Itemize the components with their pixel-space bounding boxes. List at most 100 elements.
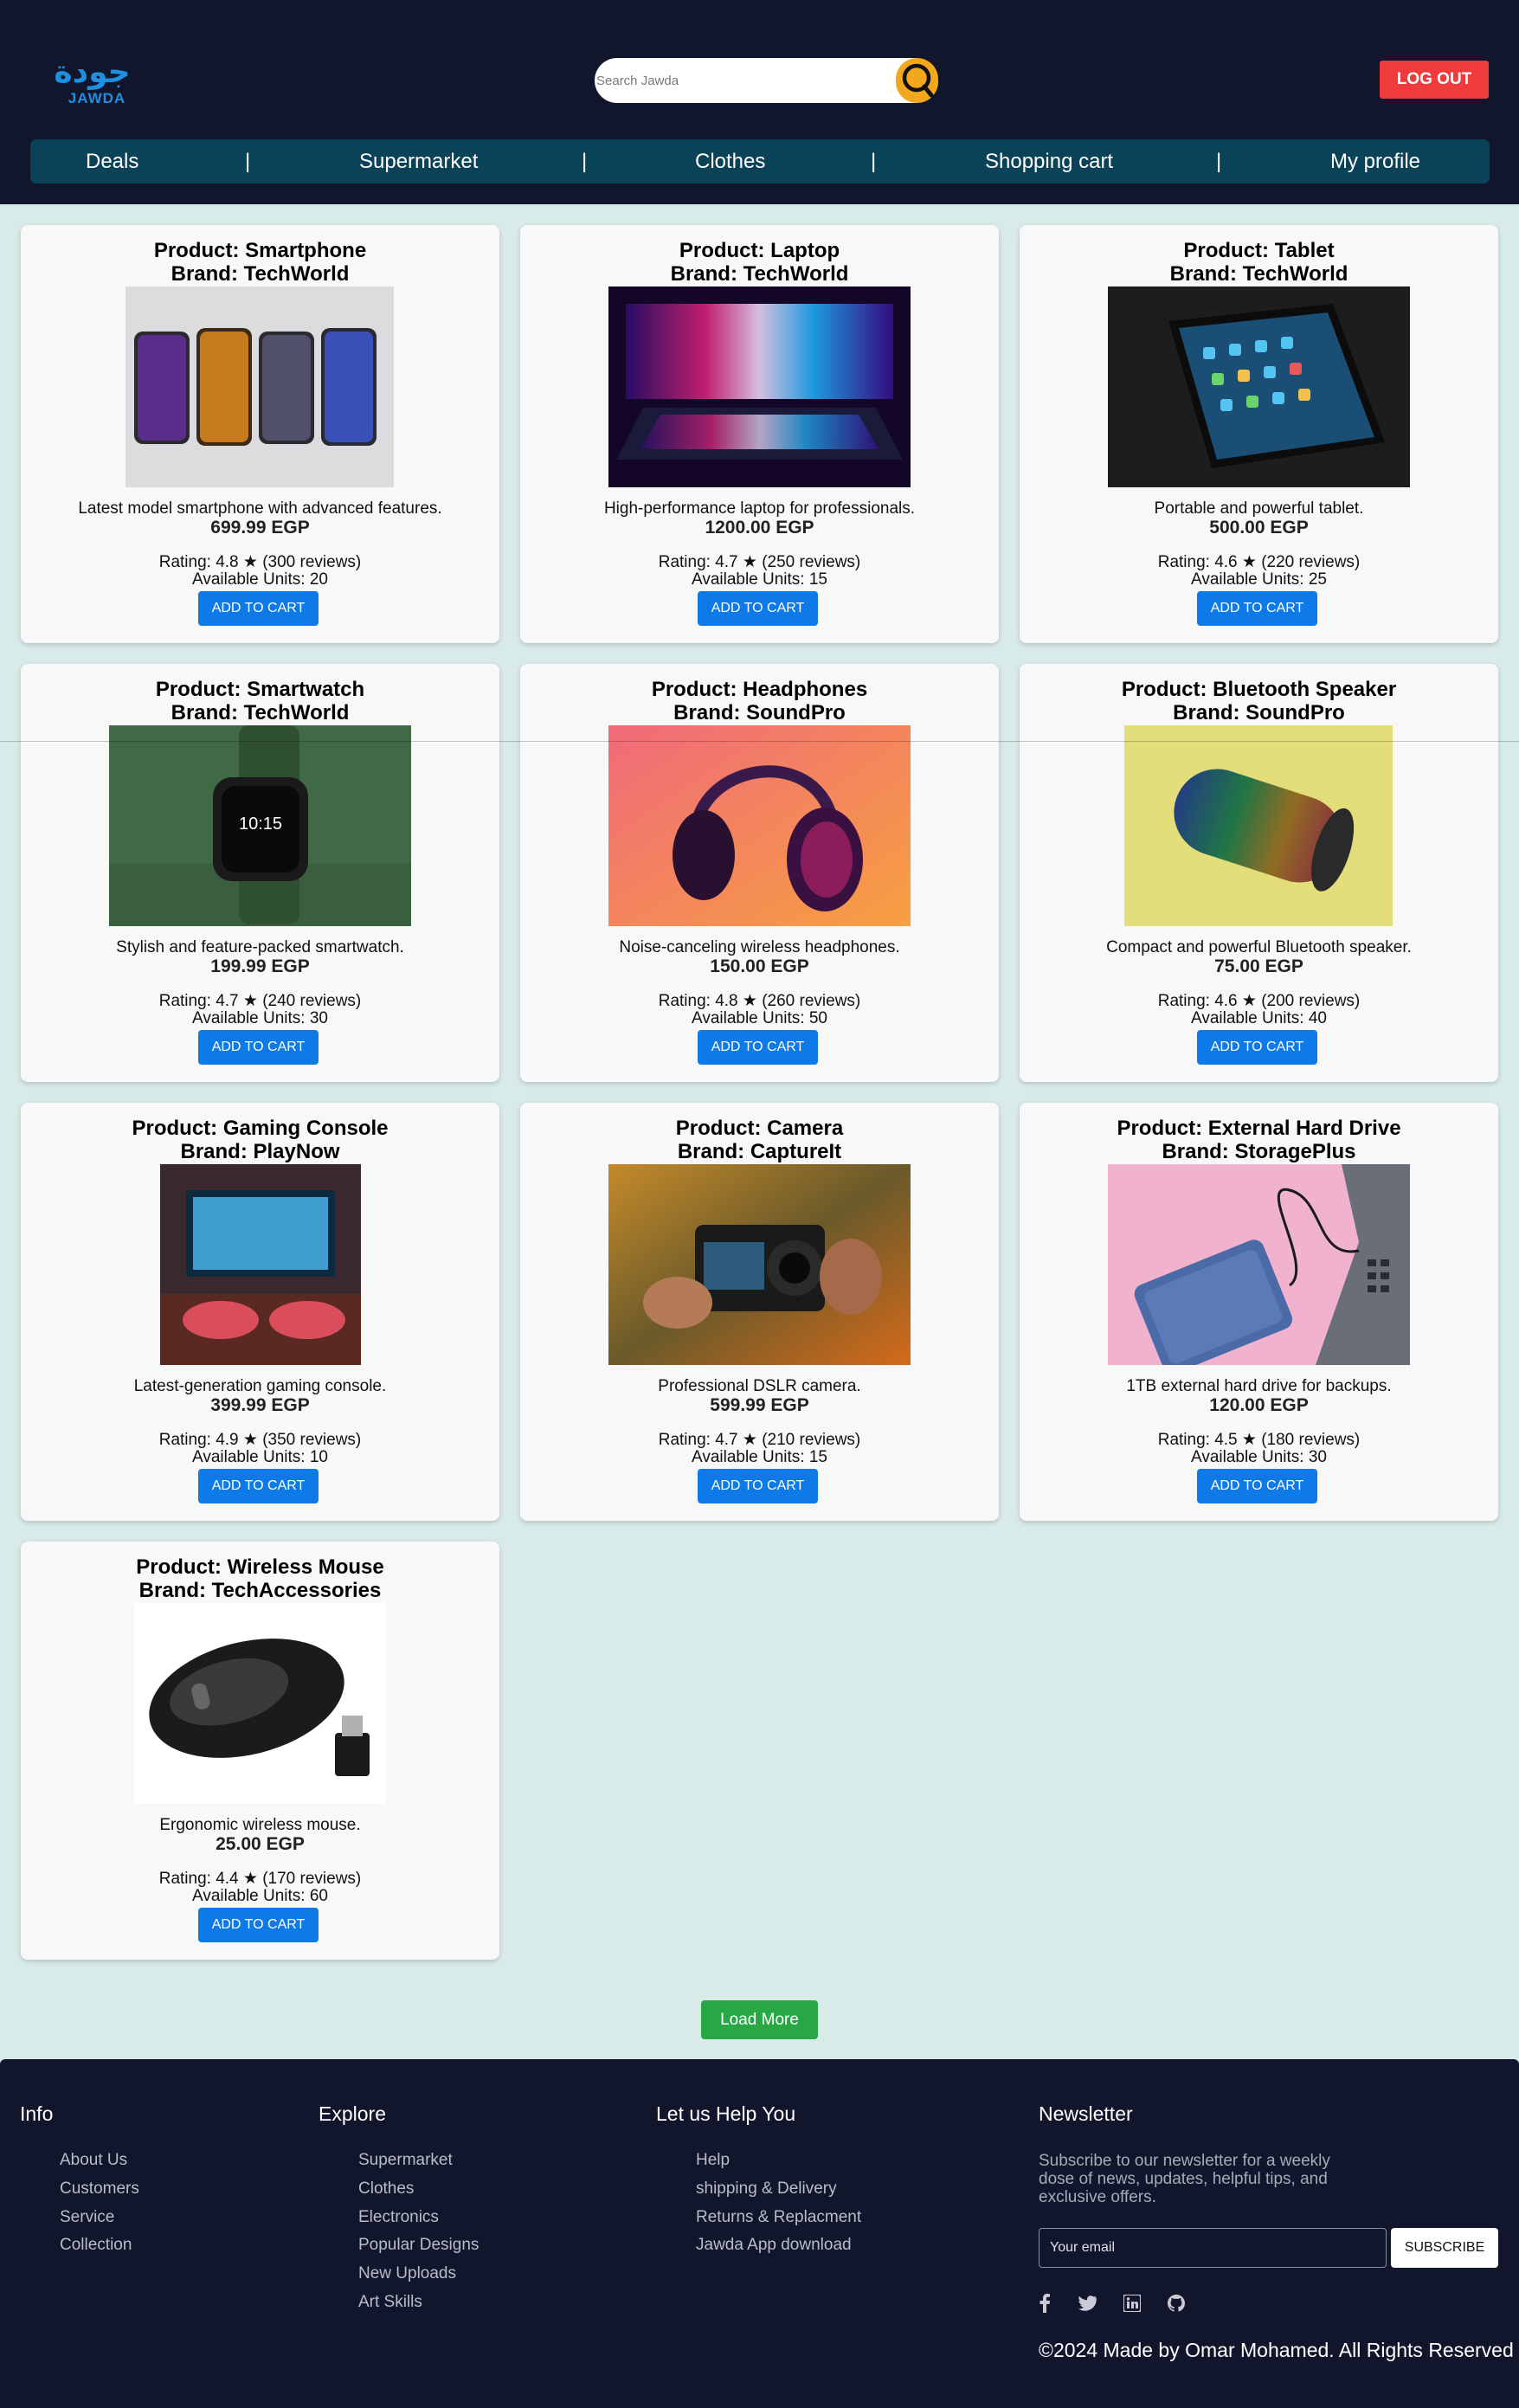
product-units: Available Units: 40	[1190, 1009, 1328, 1027]
mouse-image[interactable]	[134, 1603, 386, 1804]
add-to-cart-button[interactable]: ADD TO CART	[1197, 591, 1317, 626]
logo-text: JAWDA	[68, 90, 126, 106]
footer-link-collection[interactable]: Collection	[60, 2236, 132, 2255]
product-price: 599.99 EGP	[710, 1395, 809, 1415]
footer-link-returns[interactable]: Returns & Replacment	[696, 2208, 861, 2227]
add-to-cart-button[interactable]: ADD TO CART	[1197, 1469, 1317, 1503]
product-price: 25.00 EGP	[216, 1834, 305, 1854]
product-card-laptop: Product: Laptop Brand: TechWorld High-pe…	[520, 225, 999, 643]
add-to-cart-button[interactable]: ADD TO CART	[698, 1030, 818, 1065]
footer-link-about-us[interactable]: About Us	[60, 2151, 127, 2170]
footer-link-popular-designs[interactable]: Popular Designs	[358, 2236, 479, 2255]
camera-image[interactable]	[608, 1164, 911, 1365]
linkedin-icon[interactable]	[1122, 2293, 1142, 2314]
load-more-button[interactable]: Load More	[701, 2000, 818, 2039]
product-card-headphones: Product: Headphones Brand: SoundPro Nois…	[520, 664, 999, 1082]
divider-line	[0, 741, 1519, 742]
github-icon[interactable]	[1166, 2293, 1187, 2314]
nav-item-shopping-cart[interactable]: Shopping cart	[985, 139, 1113, 183]
add-to-cart-button[interactable]: ADD TO CART	[1197, 1030, 1317, 1065]
product-title: Product: Laptop Brand: TechWorld	[520, 239, 999, 286]
product-card-camera: Product: Camera Brand: CaptureIt Profess…	[520, 1103, 999, 1521]
add-to-cart-button[interactable]: ADD TO CART	[198, 591, 319, 626]
product-brand: Brand: TechWorld	[171, 701, 350, 724]
nav-item-clothes[interactable]: Clothes	[695, 139, 765, 183]
product-title: Product: External Hard Drive Brand: Stor…	[1020, 1117, 1498, 1163]
product-title: Product: Bluetooth Speaker Brand: SoundP…	[1020, 678, 1498, 724]
product-card-wireless-mouse: Product: Wireless Mouse Brand: TechAcces…	[21, 1542, 499, 1960]
footer-link-clothes[interactable]: Clothes	[358, 2179, 414, 2199]
speaker-image[interactable]	[1124, 725, 1393, 926]
twitter-icon[interactable]	[1077, 2293, 1097, 2314]
product-title: Product: Tablet Brand: TechWorld	[1020, 239, 1498, 286]
footer-link-customers[interactable]: Customers	[60, 2179, 139, 2199]
newsletter-text: Subscribe to our newsletter for a weekly…	[1039, 2152, 1330, 2206]
footer-heading-info: Info	[20, 2102, 54, 2125]
headphones-image[interactable]	[608, 725, 911, 926]
watch-time-text: 10:15	[239, 814, 282, 834]
facebook-icon[interactable]	[1034, 2293, 1055, 2314]
product-title: Product: Camera Brand: CaptureIt	[520, 1117, 999, 1163]
product-description: 1TB external hard drive for backups.	[1126, 1377, 1392, 1395]
product-name: Product: Smartwatch	[155, 678, 365, 701]
product-description: Ergonomic wireless mouse.	[159, 1816, 361, 1834]
product-price: 1200.00 EGP	[705, 518, 814, 538]
product-name: Product: Wireless Mouse	[136, 1555, 384, 1579]
footer-link-art-skills[interactable]: Art Skills	[358, 2293, 422, 2312]
product-rating: Rating: 4.7 ★ (250 reviews)	[658, 553, 861, 571]
hard-drive-image[interactable]	[1108, 1164, 1410, 1365]
product-name: Product: Tablet	[1183, 239, 1335, 262]
site-footer: Info About Us Customers Service Collecti…	[0, 2059, 1519, 2408]
add-to-cart-button[interactable]: ADD TO CART	[698, 591, 818, 626]
nav-item-deals[interactable]: Deals	[86, 139, 138, 183]
product-units: Available Units: 50	[691, 1009, 828, 1027]
product-title: Product: Smartwatch Brand: TechWorld	[21, 678, 499, 724]
product-brand: Brand: SoundPro	[1173, 701, 1345, 724]
product-price: 699.99 EGP	[210, 518, 310, 538]
footer-link-new-uploads[interactable]: New Uploads	[358, 2264, 456, 2283]
product-brand: Brand: TechAccessories	[138, 1579, 382, 1602]
add-to-cart-button[interactable]: ADD TO CART	[198, 1908, 319, 1942]
footer-link-service[interactable]: Service	[60, 2208, 114, 2227]
product-rating: Rating: 4.6 ★ (220 reviews)	[1157, 553, 1361, 571]
product-brand: Brand: StoragePlus	[1162, 1140, 1356, 1163]
tablet-image[interactable]	[1108, 287, 1410, 487]
footer-link-shipping[interactable]: shipping & Delivery	[696, 2179, 837, 2199]
email-field[interactable]	[1039, 2228, 1387, 2268]
footer-link-app-download[interactable]: Jawda App download	[696, 2236, 852, 2255]
main-nav: Deals | Supermarket | Clothes | Shopping…	[30, 139, 1490, 183]
add-to-cart-button[interactable]: ADD TO CART	[698, 1469, 818, 1503]
logout-button[interactable]: LOG OUT	[1380, 61, 1489, 99]
nav-item-supermarket[interactable]: Supermarket	[359, 139, 478, 183]
subscribe-button[interactable]: SUBSCRIBE	[1391, 2228, 1498, 2268]
laptop-image[interactable]	[608, 287, 911, 487]
jawda-logo[interactable]: جودة JAWDA	[47, 55, 138, 109]
add-to-cart-button[interactable]: ADD TO CART	[198, 1469, 319, 1503]
product-rating: Rating: 4.7 ★ (240 reviews)	[158, 992, 362, 1010]
search-input[interactable]	[596, 63, 873, 98]
gaming-console-image[interactable]	[160, 1164, 361, 1365]
product-card-tablet: Product: Tablet Brand: TechWorld Portabl…	[1020, 225, 1498, 643]
product-title: Product: Wireless Mouse Brand: TechAcces…	[21, 1555, 499, 1602]
footer-link-help[interactable]: Help	[696, 2151, 730, 2170]
product-rating: Rating: 4.5 ★ (180 reviews)	[1157, 1431, 1361, 1449]
product-description: Noise-canceling wireless headphones.	[619, 938, 900, 956]
product-title: Product: Smartphone Brand: TechWorld	[21, 239, 499, 286]
nav-separator: |	[871, 150, 877, 173]
product-description: Professional DSLR camera.	[658, 1377, 861, 1395]
footer-link-supermarket[interactable]: Supermarket	[358, 2151, 453, 2170]
product-rating: Rating: 4.4 ★ (170 reviews)	[158, 1870, 362, 1888]
footer-link-electronics[interactable]: Electronics	[358, 2208, 439, 2227]
add-to-cart-button[interactable]: ADD TO CART	[198, 1030, 319, 1065]
footer-heading-newsletter: Newsletter	[1039, 2102, 1133, 2125]
product-price: 199.99 EGP	[210, 956, 310, 976]
footer-heading-help: Let us Help You	[656, 2102, 796, 2125]
smartwatch-image[interactable]: 10:15	[109, 725, 411, 926]
product-units: Available Units: 15	[691, 570, 828, 589]
nav-item-my-profile[interactable]: My profile	[1330, 139, 1420, 183]
product-units: Available Units: 30	[1190, 1448, 1328, 1466]
product-brand: Brand: PlayNow	[180, 1140, 340, 1163]
search-button[interactable]	[896, 58, 938, 103]
product-brand: Brand: TechWorld	[171, 262, 350, 286]
smartphones-image[interactable]	[126, 287, 394, 487]
